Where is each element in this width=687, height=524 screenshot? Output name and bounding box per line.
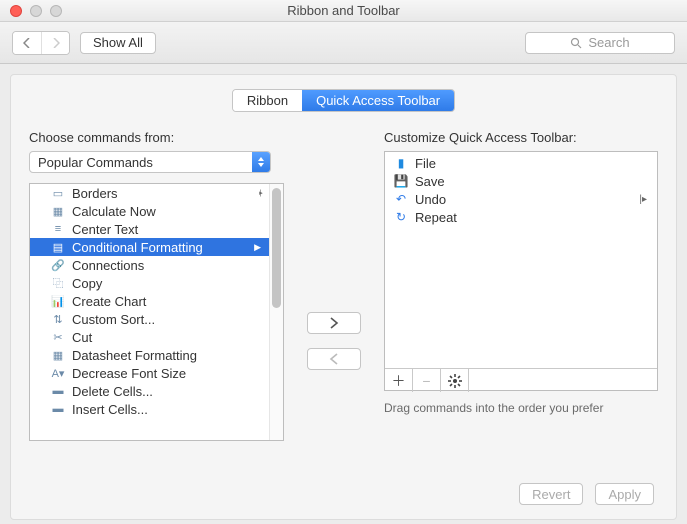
command-icon: ▤ — [50, 239, 66, 255]
list-item-label: Cut — [72, 330, 92, 345]
customize-qat-label: Customize Quick Access Toolbar: — [384, 130, 658, 145]
list-item[interactable]: ▤ Conditional Formatting ▶ — [30, 238, 269, 256]
command-icon: ▬ — [50, 383, 66, 399]
list-item[interactable]: ↶ Undo |▸ — [385, 190, 657, 208]
list-item[interactable]: ▬ Delete Cells... — [30, 382, 269, 400]
list-item[interactable]: 📊 Create Chart — [30, 292, 269, 310]
command-icon: 💾 — [393, 173, 409, 189]
list-item-label: Calculate Now — [72, 204, 156, 219]
minimize-icon — [30, 5, 42, 17]
command-icon: ↶ — [393, 191, 409, 207]
list-item[interactable]: ↻ Repeat — [385, 208, 657, 226]
list-item[interactable]: ▬ Insert Cells... — [30, 400, 269, 418]
tab-ribbon[interactable]: Ribbon — [233, 90, 302, 111]
command-icon: ▦ — [50, 203, 66, 219]
list-item-label: Delete Cells... — [72, 384, 153, 399]
choose-commands-label: Choose commands from: — [29, 130, 284, 145]
command-icon: 🔗 — [50, 257, 66, 273]
chevron-right-icon: ▶ — [254, 242, 261, 253]
tab-bar: Ribbon Quick Access Toolbar — [29, 89, 658, 112]
list-item-label: Undo — [415, 192, 446, 207]
list-item-label: Insert Cells... — [72, 402, 148, 417]
scrollbar[interactable] — [269, 184, 283, 440]
command-icon: ↻ — [393, 209, 409, 225]
list-item-label: Save — [415, 174, 445, 189]
commands-listbox[interactable]: ▭ Borders |▸ ▦ Calculate Now ≡ Center Text ▤ Con… — [29, 183, 284, 441]
forward-button — [41, 32, 69, 54]
command-icon: A▾ — [50, 365, 66, 381]
list-item-label: Conditional Formatting — [72, 240, 203, 255]
command-icon: ▦ — [50, 347, 66, 363]
list-item-label: File — [415, 156, 436, 171]
list-item[interactable]: ⇅ Custom Sort... — [30, 310, 269, 328]
list-item[interactable]: ✂ Cut — [30, 328, 269, 346]
qat-listbox[interactable]: ▮ File 💾 Save ↶ Undo |▸ ↻ Repeat ＋ − — [384, 151, 658, 391]
command-icon: ▭ — [50, 185, 66, 201]
main-panel: Ribbon Quick Access Toolbar Choose comma… — [10, 74, 677, 520]
chevron-right-icon: |▸ — [259, 189, 261, 197]
commands-source-select[interactable]: Popular Commands — [29, 151, 271, 173]
list-item[interactable]: ≡ Center Text — [30, 220, 269, 238]
list-item-label: Custom Sort... — [72, 312, 155, 327]
list-item[interactable]: ▦ Calculate Now — [30, 202, 269, 220]
dialog-footer: Revert Apply — [519, 483, 654, 505]
list-item[interactable]: A▾ Decrease Font Size — [30, 364, 269, 382]
chevron-left-icon — [329, 353, 339, 365]
list-item-label: Borders — [72, 186, 118, 201]
add-button[interactable]: ＋ — [385, 369, 413, 392]
zoom-icon — [50, 5, 62, 17]
command-icon: ≡ — [50, 221, 66, 237]
remove-button[interactable]: − — [413, 369, 441, 392]
chevron-right-icon — [329, 317, 339, 329]
tab-quick-access-toolbar[interactable]: Quick Access Toolbar — [302, 90, 454, 111]
list-item-label: Repeat — [415, 210, 457, 225]
list-item-label: Create Chart — [72, 294, 146, 309]
list-item-label: Connections — [72, 258, 144, 273]
titlebar: Ribbon and Toolbar — [0, 0, 687, 22]
list-item[interactable]: ▦ Datasheet Formatting — [30, 346, 269, 364]
chevron-updown-icon — [252, 152, 270, 172]
apply-button: Apply — [595, 483, 654, 505]
command-icon: ▮ — [393, 155, 409, 171]
command-icon: ▬ — [50, 401, 66, 417]
command-icon: 📊 — [50, 293, 66, 309]
list-item-label: Copy — [72, 276, 102, 291]
command-icon: ⇅ — [50, 311, 66, 327]
show-all-button[interactable]: Show All — [80, 32, 156, 54]
remove-command-button[interactable] — [307, 348, 361, 370]
list-item[interactable]: 💾 Save — [385, 172, 657, 190]
list-item-label: Datasheet Formatting — [72, 348, 197, 363]
window-title: Ribbon and Toolbar — [0, 3, 687, 18]
gear-icon — [448, 374, 462, 388]
command-icon: ✂ — [50, 329, 66, 345]
add-command-button[interactable] — [307, 312, 361, 334]
list-item[interactable]: 🔗 Connections — [30, 256, 269, 274]
search-input[interactable]: Search — [525, 32, 675, 54]
settings-button[interactable] — [441, 369, 469, 392]
command-icon: ⿻ — [50, 275, 66, 291]
list-item-label: Center Text — [72, 222, 138, 237]
window-controls — [0, 5, 62, 17]
nav-segment — [12, 31, 70, 55]
list-item-label: Decrease Font Size — [72, 366, 186, 381]
back-button[interactable] — [13, 32, 41, 54]
qat-actions-toolbar: ＋ − — [385, 368, 657, 392]
search-icon — [570, 37, 582, 49]
list-item[interactable]: ▮ File — [385, 154, 657, 172]
list-item[interactable]: ⿻ Copy — [30, 274, 269, 292]
chevron-right-icon: |▸ — [639, 194, 647, 205]
list-item[interactable]: ▭ Borders |▸ — [30, 184, 269, 202]
scroll-thumb[interactable] — [272, 188, 281, 308]
revert-button: Revert — [519, 483, 583, 505]
reorder-hint: Drag commands into the order you prefer — [384, 401, 658, 415]
close-icon[interactable] — [10, 5, 22, 17]
prefs-toolbar: Show All Search — [0, 22, 687, 64]
